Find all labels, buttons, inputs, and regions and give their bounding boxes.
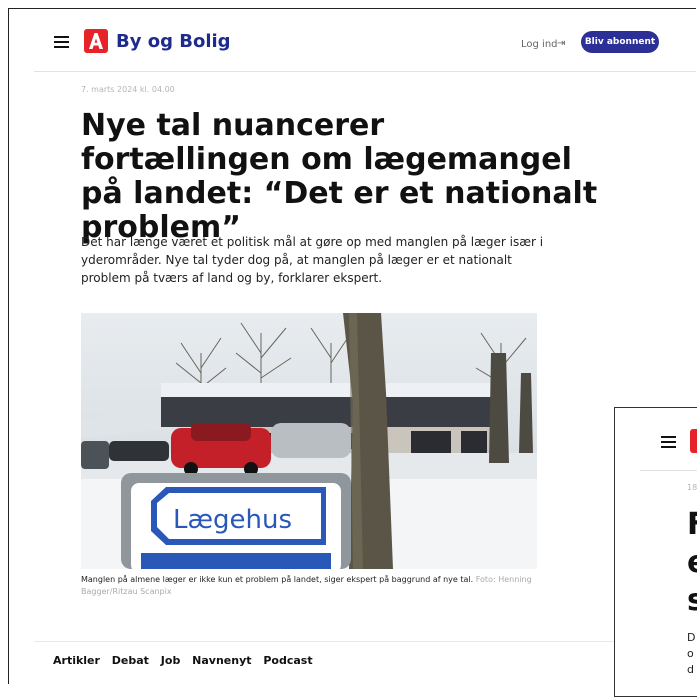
logo-icon[interactable]: [84, 29, 108, 53]
article-title-fragment: F e s: [687, 506, 697, 620]
lead-line: d: [687, 663, 694, 676]
title-line: F: [687, 506, 697, 544]
browser-window: By og Bolig Log ind ⇥ Bliv abonnent 7. m…: [8, 8, 696, 684]
footer-divider: [34, 641, 696, 642]
login-icon[interactable]: ⇥: [557, 38, 565, 49]
second-browser-window[interactable]: 18 F e s D o d: [614, 407, 697, 697]
footer-nav-item-job[interactable]: Job: [161, 654, 181, 667]
subscribe-button[interactable]: Bliv abonnent: [581, 31, 659, 53]
article-date: 7. marts 2024 kl. 04.00: [81, 85, 175, 94]
lead-line: o: [687, 647, 694, 660]
caption-text: Manglen på almene læger er ikke kun et p…: [81, 575, 474, 584]
article-lead: Det har længe været et politisk mål at g…: [81, 235, 544, 285]
article-lead-fragment: D o d: [687, 630, 695, 678]
photo-caption: Manglen på almene læger er ikke kun et p…: [81, 574, 541, 598]
title-line: s: [687, 582, 697, 620]
menu-icon[interactable]: [661, 436, 676, 448]
article-date-fragment: 18: [687, 483, 697, 492]
footer-nav-item-navnenyt[interactable]: Navnenyt: [192, 654, 251, 667]
footer-nav: Artikler Debat Job Navnenyt Podcast: [53, 654, 321, 667]
footer-nav-item-debat[interactable]: Debat: [112, 654, 149, 667]
footer-nav-item-artikler[interactable]: Artikler: [53, 654, 100, 667]
article-title: Nye tal nuancerer fortællingen om lægema…: [81, 108, 598, 245]
article-photo: Lægehus: [81, 313, 537, 569]
brand-name[interactable]: By og Bolig: [116, 31, 231, 52]
menu-icon[interactable]: [54, 36, 69, 48]
title-line: e: [687, 544, 697, 582]
header-divider: [34, 71, 696, 72]
logo-icon[interactable]: [690, 429, 697, 453]
sign-text: Lægehus: [173, 505, 292, 535]
header-divider: [640, 470, 697, 471]
login-link[interactable]: Log ind: [521, 39, 558, 50]
footer-nav-item-podcast[interactable]: Podcast: [263, 654, 312, 667]
lead-line: D: [687, 631, 696, 644]
site-header: By og Bolig Log ind ⇥ Bliv abonnent: [9, 9, 696, 71]
